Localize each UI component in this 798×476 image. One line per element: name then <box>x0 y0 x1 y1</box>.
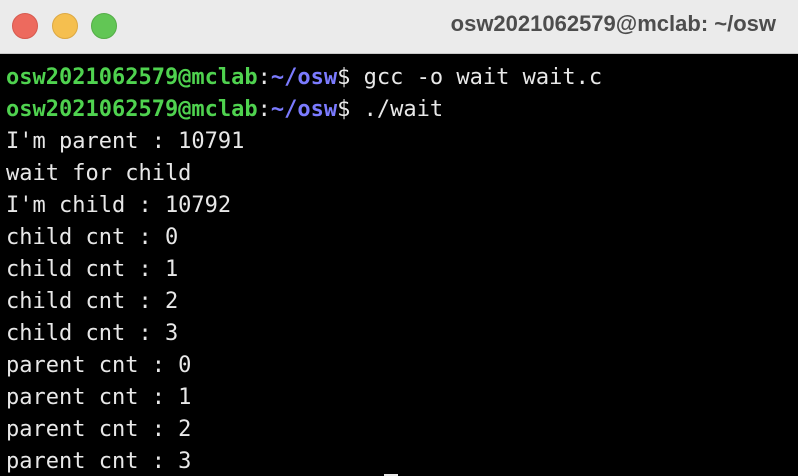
prompt-dollar: $ <box>337 97 351 122</box>
output-line: I'm parent : 10791 <box>6 129 245 154</box>
terminal-window: osw2021062579@mclab: ~/osw osw2021062579… <box>0 0 798 476</box>
command-line: osw2021062579@mclab:~/osw$ gcc -o wait w… <box>6 62 798 94</box>
prompt-path: ~/osw <box>270 97 338 122</box>
output-line: I'm child : 10792 <box>6 193 232 218</box>
output-line: parent cnt : 0 <box>6 353 192 378</box>
command-text: ./wait <box>350 97 444 122</box>
command-text: gcc -o wait wait.c <box>350 65 603 90</box>
prompt-path: ~/osw <box>270 65 338 90</box>
title-bar[interactable]: osw2021062579@mclab: ~/osw <box>0 0 798 54</box>
prompt-user-host: osw2021062579@mclab <box>6 65 258 90</box>
output-line: parent cnt : 2 <box>6 417 192 442</box>
prompt-colon: : <box>257 65 271 90</box>
command-line: osw2021062579@mclab:~/osw$ ./wait <box>6 94 798 126</box>
output-line: parent cnt : 3 <box>6 449 192 474</box>
output-line: child cnt : 0 <box>6 225 179 250</box>
output-line: child cnt : 3 <box>6 321 179 346</box>
prompt-user-host: osw2021062579@mclab <box>6 97 258 122</box>
output-line: wait for child <box>6 161 192 186</box>
prompt-colon: : <box>257 97 271 122</box>
prompt-dollar: $ <box>337 65 351 90</box>
terminal-output-area[interactable]: osw2021062579@mclab:~/osw$ gcc -o wait w… <box>0 56 798 476</box>
output-line: child cnt : 2 <box>6 289 179 314</box>
output-line: parent cnt : 1 <box>6 385 192 410</box>
output-line: child cnt : 1 <box>6 257 179 282</box>
window-title: osw2021062579@mclab: ~/osw <box>450 11 776 36</box>
